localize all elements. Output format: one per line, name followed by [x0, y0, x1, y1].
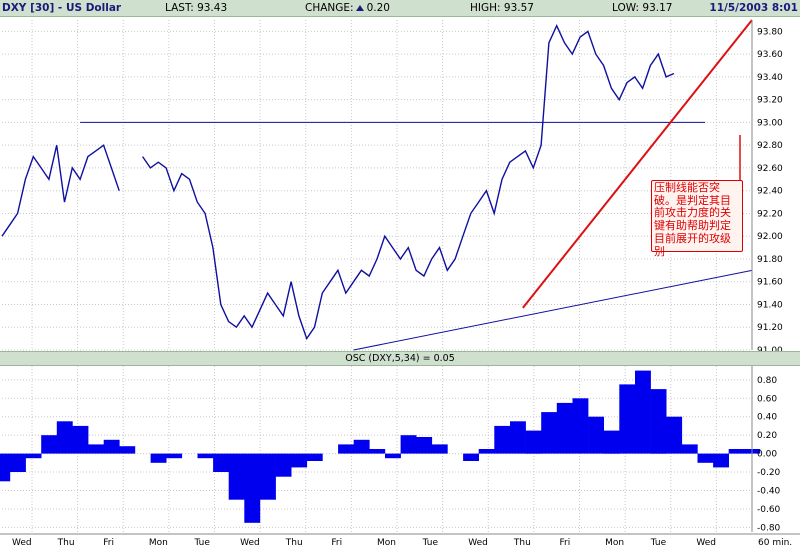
osc-bar [0, 453, 11, 482]
osc-bar [306, 453, 323, 461]
osc-bar [291, 453, 308, 468]
osc-bar [25, 453, 42, 459]
osc-bar [338, 444, 354, 454]
price-tick-label: 93.00 [757, 118, 783, 128]
x-tick-label: Tue [422, 538, 439, 548]
price-tick-label: 93.60 [757, 50, 783, 60]
osc-bar [353, 439, 370, 454]
price-tick-label: 91.40 [757, 300, 783, 310]
price-tick-label: 91.60 [757, 278, 783, 288]
osc-tick-label: -0.20 [757, 468, 781, 478]
osc-bar [603, 430, 620, 454]
osc-bar [697, 453, 714, 463]
price-tick-label: 91.80 [757, 255, 783, 265]
osc-tick-label: -0.40 [757, 487, 781, 497]
osc-bar [572, 398, 589, 454]
osc-bar [88, 444, 104, 454]
x-axis: Wed Thu Fri Mon Tue Wed Thu Fri Mon Tue Wed Thu Fri M… [0, 533, 800, 548]
dxy-chart: 93.80 93.60 93.40 93.20 93.00 92.80 92.60 92.40… [0, 19, 800, 548]
osc-bar [400, 435, 417, 454]
x-tick-label: Thu [57, 538, 75, 548]
osc-bar [478, 449, 495, 454]
osc-bar [10, 453, 26, 472]
osc-tick-label: 0.60 [757, 394, 777, 404]
osc-bar [713, 453, 729, 468]
x-tick-label: Thu [513, 538, 531, 548]
price-tick-label: 92.40 [757, 187, 783, 197]
annotation-note: 压制线能否突破。是判定其目前攻击力度的关键有助帮助判定目前展开的攻级别 [651, 180, 743, 257]
red-support-trendline [522, 19, 753, 309]
osc-tick-label: -0.60 [757, 505, 781, 515]
osc-y-axis: 0.80 0.60 0.40 0.20 0.00 -0.20 -0.40 -0.60 -0.80 [751, 366, 781, 533]
osc-tick-label: 0.40 [757, 413, 777, 423]
price-tick-label: 92.20 [757, 209, 783, 219]
x-tick-label: Wed [12, 538, 32, 548]
osc-bar [260, 453, 276, 500]
osc-bar [541, 412, 558, 454]
osc-bar [666, 416, 683, 454]
price-grid [2, 20, 752, 351]
osc-bar [416, 437, 433, 454]
osc-tick-label: 0.20 [757, 431, 777, 441]
osc-bar [635, 370, 651, 454]
osc-tick-label: 0.80 [757, 376, 777, 386]
osc-bar [275, 453, 292, 477]
price-tick-label: 92.60 [757, 164, 783, 174]
osc-bar [213, 453, 229, 472]
osc-bar [494, 425, 511, 454]
price-tick-label: 93.40 [757, 73, 783, 83]
osc-bar [244, 453, 261, 523]
osc-bar [72, 425, 89, 454]
osc-bars [0, 370, 761, 523]
price-series [1, 24, 675, 341]
blue-support-trendline [353, 269, 753, 351]
x-tick-label: Mon [149, 538, 168, 548]
price-tick-label: 92.80 [757, 141, 783, 151]
x-tick-label: Tue [650, 538, 667, 548]
osc-bar [556, 402, 573, 454]
osc-bar [103, 439, 120, 454]
x-tick-label: Wed [468, 538, 488, 548]
osc-bar [166, 453, 183, 459]
osc-bar [588, 416, 604, 454]
osc-bar [650, 389, 667, 454]
x-tick-label: Mon [605, 538, 624, 548]
osc-bar [385, 453, 401, 459]
price-tick-label: 93.80 [757, 27, 783, 37]
osc-bar [431, 444, 448, 454]
osc-bar [197, 453, 214, 459]
osc-bar [681, 444, 698, 454]
oscillator-label: OSC (DXY,5,34) = 0.05 [0, 351, 800, 366]
x-tick-label: Fri [331, 538, 342, 548]
osc-bar [41, 435, 58, 454]
osc-tick-label: -0.80 [757, 523, 781, 533]
osc-bar [463, 453, 479, 461]
price-y-axis: 93.80 93.60 93.40 93.20 93.00 92.80 92.60 92.40… [751, 20, 783, 356]
osc-bar [150, 453, 167, 463]
x-tick-label: Fri [103, 538, 114, 548]
x-tick-label: Wed [240, 538, 260, 548]
osc-tick-label: 0.00 [757, 450, 777, 460]
price-tick-label: 91.20 [757, 323, 783, 333]
osc-bar [728, 449, 745, 454]
osc-bar [228, 453, 245, 500]
x-tick-label: Mon [377, 538, 396, 548]
price-tick-label: 93.20 [757, 96, 783, 106]
osc-bar [525, 430, 542, 454]
osc-bar [510, 421, 526, 454]
dxy-price-line [1, 24, 675, 341]
osc-bar [619, 384, 636, 454]
osc-bar [369, 449, 386, 454]
osc-bar [119, 446, 136, 454]
x-axis-unit: 60 min. [758, 538, 792, 548]
x-tick-label: Tue [194, 538, 211, 548]
x-tick-label: Wed [696, 538, 716, 548]
x-tick-label: Fri [560, 538, 571, 548]
x-tick-label: Thu [285, 538, 303, 548]
price-tick-label: 92.00 [757, 232, 783, 242]
osc-bar [56, 421, 73, 454]
